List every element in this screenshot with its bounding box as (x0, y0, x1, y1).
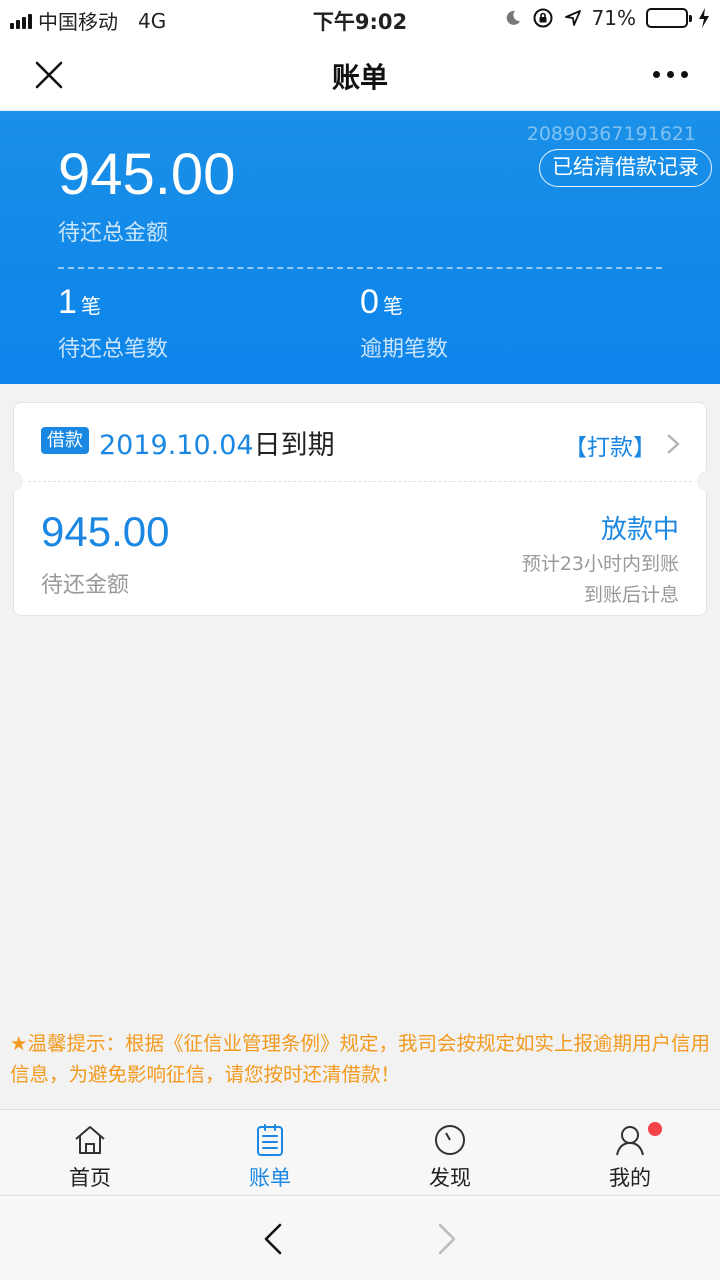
total-amount: 945.00 (58, 142, 236, 207)
overdue-count: 0笔 (360, 283, 403, 322)
tab-bill[interactable]: 账单 (180, 1110, 360, 1195)
arrival-note: 预计23小时内到账 (521, 553, 679, 575)
due-date-suffix: 日到期 (253, 430, 335, 461)
compass-icon (435, 1125, 465, 1155)
loan-amount-label: 待还金额 (41, 573, 130, 598)
status-right: 71% (504, 6, 710, 30)
pending-count-label: 待还总笔数 (58, 337, 169, 362)
overdue-count-label: 逾期笔数 (360, 337, 449, 362)
overdue-count-unit: 笔 (382, 296, 403, 318)
loan-card[interactable]: 借款 2019.10.04日到期 【打款】 945.00 待还金额 放款中 预计… (3, 402, 717, 616)
battery-icon (646, 8, 692, 28)
home-icon (75, 1126, 105, 1154)
tab-discover[interactable]: 发现 (360, 1110, 540, 1195)
settled-records-button[interactable]: 已结清借款记录 (539, 149, 712, 187)
bill-summary: 20890367191621 已结清借款记录 945.00 待还总金额 1笔 待… (0, 111, 720, 384)
disburse-link[interactable]: 【打款】 (564, 428, 656, 462)
tab-home[interactable]: 首页 (0, 1110, 180, 1195)
charging-icon (699, 8, 709, 28)
interest-note: 到账后计息 (583, 584, 679, 606)
moon-icon (506, 10, 520, 25)
navigation-bar: 账单 (0, 38, 720, 110)
tab-bar: 首页 账单 发现 我的 (0, 1109, 720, 1194)
loan-status: 放款中 (600, 515, 679, 545)
total-amount-label: 待还总金额 (58, 221, 169, 246)
loan-amount: 945.00 (41, 508, 170, 555)
back-arrow-icon[interactable] (262, 1222, 284, 1256)
credit-warning: ★温馨提示：根据《征信业管理条例》规定，我司会按规定如实上报逾期用户信用信息，为… (10, 1032, 710, 1086)
forward-arrow-icon[interactable] (436, 1222, 458, 1256)
summary-divider (58, 267, 662, 269)
chevron-right-icon[interactable] (666, 433, 680, 455)
due-date-value: 2019.10.04 (99, 430, 254, 461)
tab-mine[interactable]: 我的 (540, 1110, 720, 1195)
battery-percent: 71% (591, 6, 636, 30)
pending-count: 1笔 (58, 283, 101, 322)
page-title: 账单 (331, 61, 388, 94)
status-bar: 中国移动 4G 下午9:02 71% (0, 0, 720, 38)
due-date: 2019.10.04日到期 (99, 423, 335, 462)
tab-home-label: 首页 (69, 1166, 111, 1190)
browser-toolbar (0, 1195, 720, 1280)
user-icon (616, 1126, 644, 1156)
loan-tag: 借款 (41, 427, 89, 454)
notification-badge (648, 1122, 662, 1136)
pending-count-unit: 笔 (80, 296, 101, 318)
tab-bill-label: 账单 (249, 1166, 291, 1190)
overdue-count-value: 0 (360, 283, 379, 321)
account-number: 20890367191621 (526, 123, 696, 145)
more-icon[interactable] (653, 71, 688, 78)
orientation-lock-icon (533, 8, 553, 28)
location-icon (564, 10, 581, 26)
pending-count-value: 1 (58, 283, 77, 321)
card-divider (28, 481, 692, 482)
tab-mine-label: 我的 (609, 1166, 651, 1190)
bill-icon (257, 1124, 283, 1156)
tab-discover-label: 发现 (429, 1166, 471, 1190)
